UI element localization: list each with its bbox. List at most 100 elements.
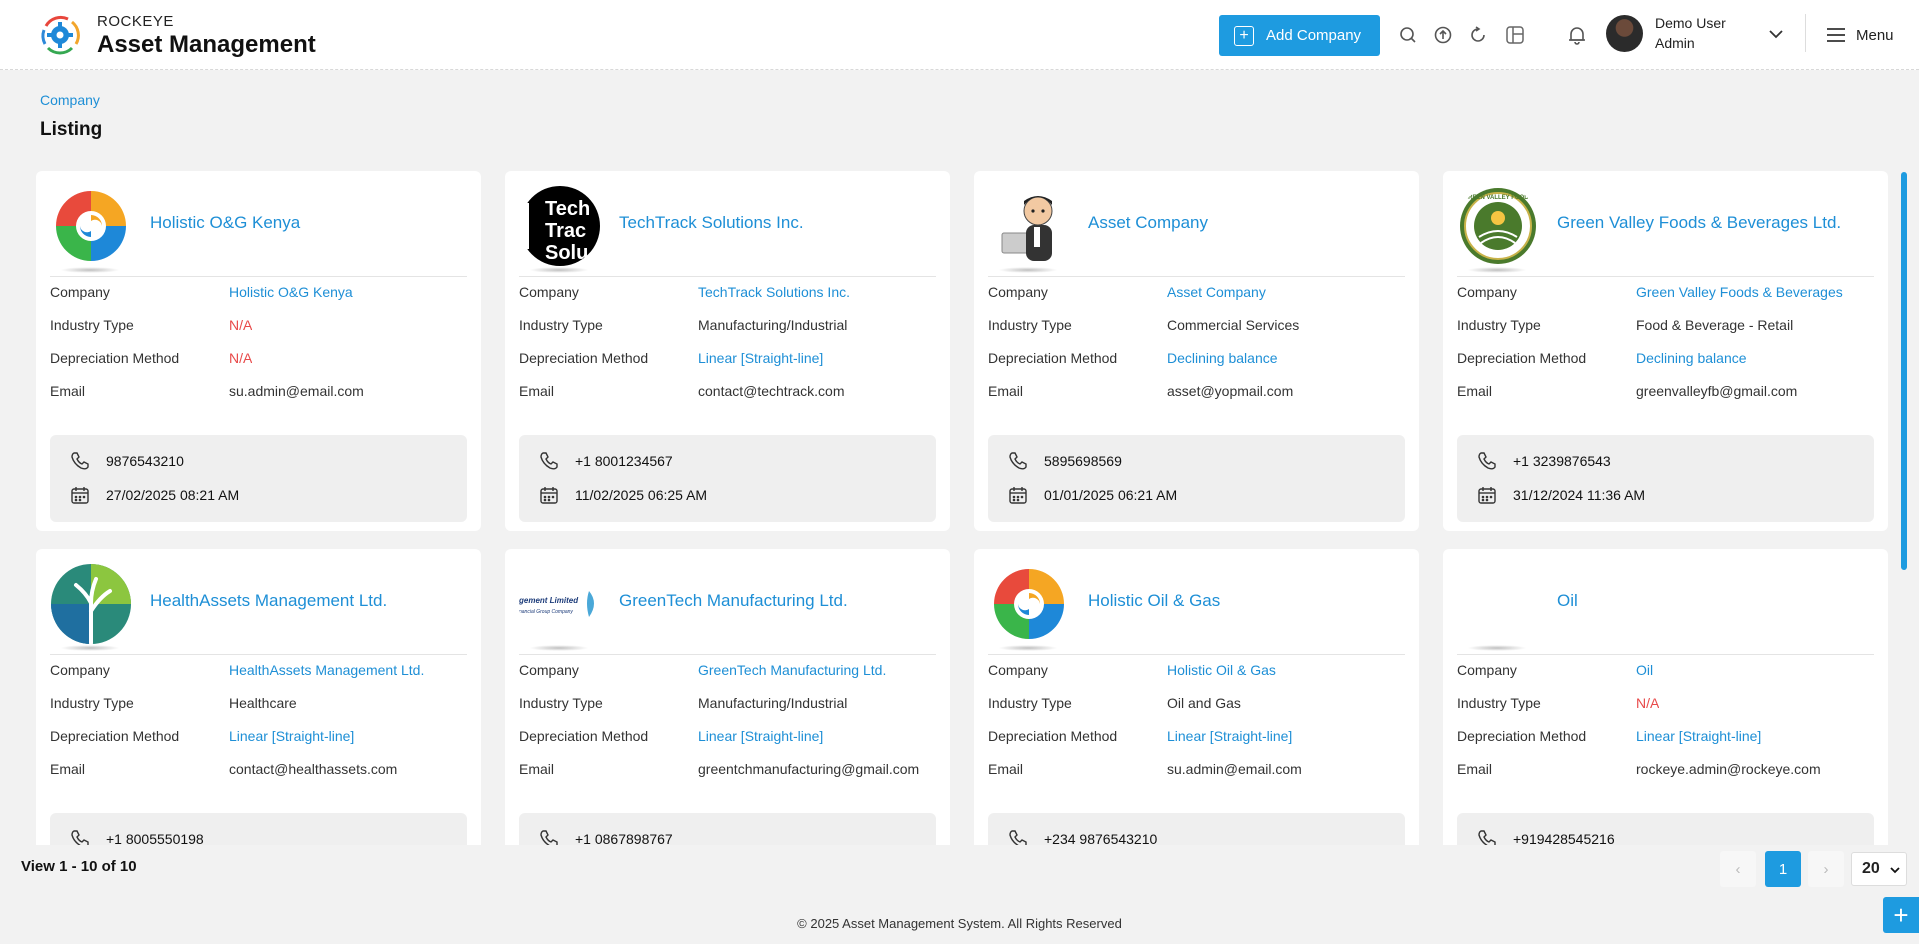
date-value: 27/02/2025 08:21 AM	[106, 487, 240, 503]
logo-shadow	[529, 645, 589, 651]
email-value: su.admin@email.com	[1167, 761, 1302, 777]
columns-icon[interactable]	[1504, 24, 1526, 46]
company-name-link[interactable]: GreenTech Manufacturing Ltd.	[619, 591, 848, 611]
company-card: gement Limited nancial Group Company Gre…	[505, 549, 950, 845]
card-row-email: Email asset@yopmail.com	[988, 383, 1405, 403]
date-value: 11/02/2025 06:25 AM	[575, 487, 708, 503]
logo-text: Tech	[545, 198, 590, 220]
card-header: Tech Trac Solu TechTrack Solutions Inc.	[519, 185, 936, 277]
phone-line: +1 3239876543	[1477, 450, 1611, 472]
industry-value: N/A	[229, 317, 253, 333]
email-value: rockeye.admin@rockeye.com	[1636, 761, 1821, 777]
company-name-link[interactable]: Asset Company	[1088, 213, 1208, 233]
menu-button[interactable]: Menu	[1826, 24, 1894, 46]
email-label: Email	[50, 383, 86, 399]
company-value[interactable]: Holistic Oil & Gas	[1167, 662, 1276, 678]
company-name-link[interactable]: HealthAssets Management Ltd.	[150, 591, 387, 611]
card-row-industry: Industry Type Food & Beverage - Retail	[1457, 317, 1874, 337]
card-row-company: Company Holistic O&G Kenya	[50, 284, 467, 304]
card-row-depreciation: Depreciation Method Linear [Straight-lin…	[988, 728, 1405, 748]
contact-box: +1 0867898767	[519, 813, 936, 845]
company-value[interactable]: Asset Company	[1167, 284, 1266, 300]
industry-label: Industry Type	[50, 317, 134, 333]
phone-value: 5895698569	[1044, 453, 1122, 469]
phone-icon	[540, 452, 558, 470]
company-value[interactable]: Green Valley Foods & Beverages	[1636, 284, 1843, 300]
industry-label: Industry Type	[988, 695, 1072, 711]
depreciation-value[interactable]: Linear [Straight-line]	[1167, 728, 1292, 744]
company-name-link[interactable]: Green Valley Foods & Beverages Ltd.	[1557, 213, 1841, 233]
card-header: HealthAssets Management Ltd.	[50, 563, 467, 655]
card-row-depreciation: Depreciation Method N/A	[50, 350, 467, 370]
avatar[interactable]	[1606, 15, 1643, 52]
depreciation-label: Depreciation Method	[519, 728, 649, 744]
logo-shadow	[529, 267, 589, 273]
company-card-grid: Holistic O&G Kenya Company Holistic O&G …	[0, 168, 1900, 845]
email-label: Email	[1457, 761, 1493, 777]
company-value[interactable]: Holistic O&G Kenya	[229, 284, 353, 300]
card-header: Holistic Oil & Gas	[988, 563, 1405, 655]
company-logo	[988, 563, 1070, 645]
card-header: Asset Company	[988, 185, 1405, 277]
logo-shadow	[1467, 645, 1527, 651]
card-row-email: Email su.admin@email.com	[988, 761, 1405, 781]
industry-label: Industry Type	[519, 317, 603, 333]
phone-icon	[1009, 830, 1027, 845]
email-label: Email	[519, 383, 555, 399]
company-card: HealthAssets Management Ltd. Company Hea…	[36, 549, 481, 845]
add-company-button[interactable]: + Add Company	[1219, 15, 1380, 56]
upload-icon[interactable]	[1432, 24, 1454, 46]
breadcrumb[interactable]: Company	[40, 92, 100, 108]
chevron-down-icon[interactable]	[1766, 24, 1786, 44]
page-size-select[interactable]: 20	[1851, 852, 1907, 886]
company-name-link[interactable]: TechTrack Solutions Inc.	[619, 213, 804, 233]
floating-add-button[interactable]: +	[1883, 897, 1919, 933]
company-value[interactable]: TechTrack Solutions Inc.	[698, 284, 850, 300]
prev-page-button[interactable]: ‹	[1720, 851, 1756, 887]
depreciation-value[interactable]: Linear [Straight-line]	[698, 728, 823, 744]
logo-shadow	[60, 267, 120, 273]
card-row-company: Company TechTrack Solutions Inc.	[519, 284, 936, 304]
logo-text: nancial Group Company	[519, 609, 573, 615]
bell-icon[interactable]	[1566, 24, 1588, 46]
depreciation-value[interactable]: Linear [Straight-line]	[229, 728, 354, 744]
company-logo: gement Limited nancial Group Company	[519, 563, 601, 645]
depreciation-value[interactable]: Linear [Straight-line]	[1636, 728, 1761, 744]
company-logo: Tech Trac Solu	[519, 185, 601, 267]
company-name-link[interactable]: Holistic O&G Kenya	[150, 213, 300, 233]
phone-value: +234 9876543210	[1044, 831, 1158, 845]
contact-box: 5895698569 01/01/2025 06:21 AM	[988, 435, 1405, 522]
refresh-icon[interactable]	[1467, 24, 1489, 46]
company-label: Company	[50, 662, 110, 678]
depreciation-label: Depreciation Method	[50, 728, 180, 744]
card-row-industry: Industry Type N/A	[50, 317, 467, 337]
company-name-link[interactable]: Oil	[1557, 591, 1578, 611]
card-row-depreciation: Depreciation Method Declining balance	[1457, 350, 1874, 370]
date-value: 01/01/2025 06:21 AM	[1044, 487, 1178, 503]
contact-box: 9876543210 27/02/2025 08:21 AM	[50, 435, 467, 522]
menu-label: Menu	[1856, 26, 1894, 44]
company-value[interactable]: Oil	[1636, 662, 1653, 678]
logo-shadow	[60, 645, 120, 651]
scrollbar-thumb[interactable]	[1901, 172, 1907, 570]
phone-value: +1 0867898767	[575, 831, 673, 845]
card-row-company: Company Asset Company	[988, 284, 1405, 304]
depreciation-value[interactable]: Declining balance	[1636, 350, 1747, 366]
next-page-button[interactable]: ›	[1808, 851, 1844, 887]
depreciation-value[interactable]: Linear [Straight-line]	[698, 350, 823, 366]
company-value[interactable]: HealthAssets Management Ltd.	[229, 662, 424, 678]
search-icon[interactable]	[1397, 24, 1419, 46]
phone-icon	[1009, 452, 1027, 470]
email-value: greentchmanufacturing@gmail.com	[698, 761, 920, 777]
phone-line: 5895698569	[1008, 450, 1122, 472]
depreciation-label: Depreciation Method	[50, 350, 180, 366]
email-label: Email	[519, 761, 555, 777]
email-value: contact@healthassets.com	[229, 761, 398, 777]
card-header: GREEN VALLEY FOODS Green Valley Foods & …	[1457, 185, 1874, 277]
company-name-link[interactable]: Holistic Oil & Gas	[1088, 591, 1220, 611]
depreciation-value[interactable]: Declining balance	[1167, 350, 1278, 366]
contact-box: +234 9876543210	[988, 813, 1405, 845]
company-value[interactable]: GreenTech Manufacturing Ltd.	[698, 662, 886, 678]
current-page-button[interactable]: 1	[1765, 851, 1801, 887]
hamburger-icon	[1827, 28, 1845, 42]
